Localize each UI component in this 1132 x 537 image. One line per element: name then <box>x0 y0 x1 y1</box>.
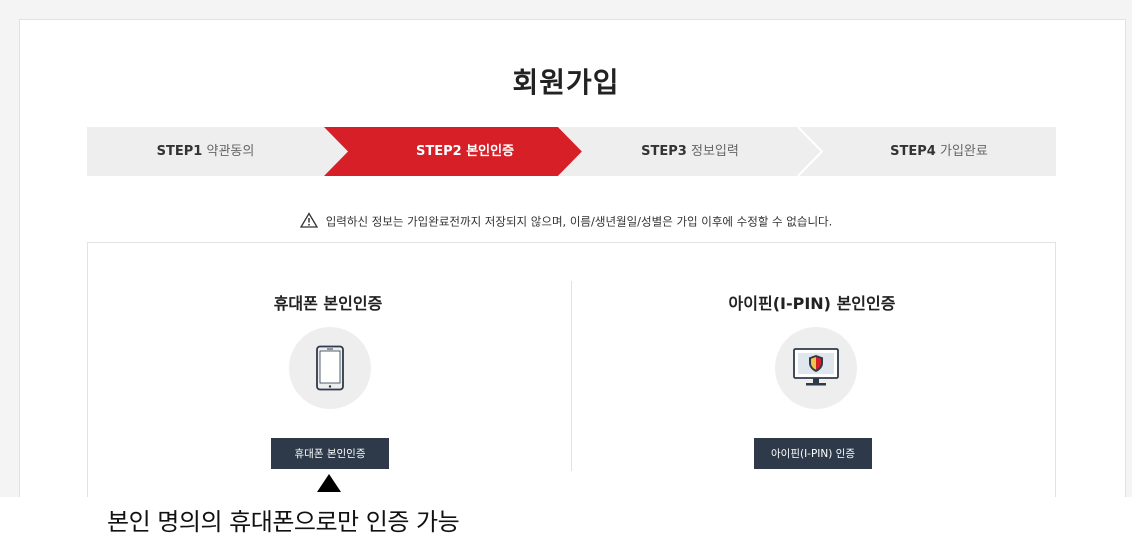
step-2-label: 본인인증 <box>466 144 515 159</box>
step-3-number: STEP3 <box>641 144 687 159</box>
step-2: STEP2 본인인증 <box>348 127 582 176</box>
step-progress-bar: STEP1 약관동의 STEP2 본인인증 STEP3 정보입력 STEP4 가… <box>87 127 1056 176</box>
auth-options-box: 휴대폰 본인인증 휴대폰 본인인증 아이핀(I-PIN) 본인인증 아이핀(I-… <box>87 242 1056 497</box>
page-title: 회원가입 <box>512 66 620 99</box>
annotation-caption: 본인 명의의 휴대폰으로만 인증 가능 <box>107 508 460 536</box>
pointer-arrow-icon <box>317 474 341 492</box>
warning-icon <box>299 212 318 231</box>
step-3-label: 정보입력 <box>690 144 739 159</box>
phone-auth-section: 휴대폰 본인인증 휴대폰 본인인증 <box>88 243 568 498</box>
step-3: STEP3 정보입력 <box>582 127 798 176</box>
phone-auth-title: 휴대폰 본인인증 <box>273 294 383 313</box>
step-1-label: 약관동의 <box>206 144 255 159</box>
notice-text: 입력하신 정보는 가입완료전까지 저장되지 않으며, 이름/생년월일/성별은 가… <box>325 214 833 229</box>
ipin-auth-title: 아이핀(I-PIN) 본인인증 <box>728 294 896 313</box>
notice: 입력하신 정보는 가입완료전까지 저장되지 않으며, 이름/생년월일/성별은 가… <box>0 212 1132 231</box>
step-4: STEP4 가입완료 <box>822 127 1056 176</box>
ipin-auth-section: 아이핀(I-PIN) 본인인증 아이핀(I-PIN) 인증 <box>572 243 1052 498</box>
step-4-number: STEP4 <box>890 144 936 159</box>
step-4-label: 가입완료 <box>939 144 988 159</box>
ipin-auth-button[interactable]: 아이핀(I-PIN) 인증 <box>754 438 872 469</box>
step-1: STEP1 약관동의 <box>87 127 324 176</box>
phone-auth-button[interactable]: 휴대폰 본인인증 <box>271 438 389 469</box>
step-1-number: STEP1 <box>156 144 203 159</box>
smartphone-icon <box>289 327 371 409</box>
monitor-shield-icon <box>775 327 857 409</box>
step-2-number: STEP2 <box>415 144 462 159</box>
